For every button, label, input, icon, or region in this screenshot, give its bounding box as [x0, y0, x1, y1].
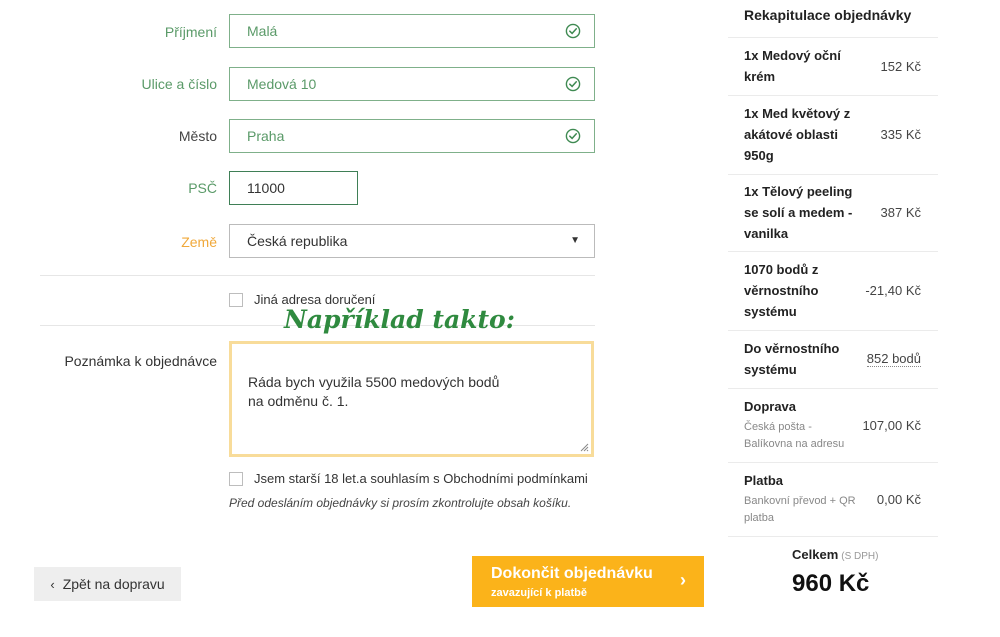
alt-address-checkbox[interactable] [229, 293, 243, 307]
summary-item-name: Do věrnostního systému [744, 341, 840, 377]
total-label: Celkem (S DPH) [792, 547, 878, 562]
divider [728, 37, 938, 38]
zip-value: 11000 [247, 180, 285, 196]
summary-shipping: Doprava Česká pošta - Balíkovna na adres… [744, 396, 856, 453]
surname-label: Příjmení [164, 24, 217, 40]
total-label-text: Celkem [792, 547, 839, 562]
submit-button-label: Dokončit objednávku [491, 565, 653, 582]
divider [728, 462, 938, 463]
summary-item-detail: Česká pošta - Balíkovna na adresu [744, 421, 845, 450]
divider [728, 95, 938, 96]
zip-label: PSČ [188, 180, 217, 196]
note-textarea[interactable]: Ráda bych využila 5500 medových bodů na … [229, 341, 594, 457]
country-select[interactable]: Česká republika ▼ [229, 224, 595, 258]
terms-label: Jsem starší 18 let.a souhlasím s Obchodn… [254, 471, 588, 486]
summary-item-price: -21,40 Kč [865, 283, 921, 298]
check-circle-icon [565, 23, 581, 39]
caret-down-icon: ▼ [570, 235, 580, 246]
divider [728, 536, 938, 537]
zip-input[interactable]: 11000 [229, 171, 358, 205]
summary-item-price: 387 Kč [880, 205, 921, 220]
divider [728, 174, 938, 175]
city-input[interactable]: Praha [229, 119, 595, 153]
summary-item-name: 1x Med květový z akátové oblasti 950g [744, 106, 851, 163]
summary-item-price: 0,00 Kč [876, 492, 921, 507]
summary-item-price: 335 Kč [880, 127, 921, 142]
city-value: Praha [247, 128, 285, 144]
check-circle-icon [565, 128, 581, 144]
summary-item-name: 1070 bodů z věrnostního systému [744, 262, 819, 319]
terms-checkbox[interactable] [229, 472, 243, 486]
country-label: Země [181, 234, 217, 250]
summary-item-price: 107,00 Kč [862, 418, 921, 433]
summary-item-name: 1x Tělový peeling se solí a medem - vani… [744, 184, 853, 241]
city-label: Město [178, 128, 217, 144]
divider [40, 275, 595, 276]
summary-item-name: Platba [744, 473, 784, 488]
annotation-text: Například takto: [284, 305, 515, 334]
summary-item-name: 1x Medový oční krém [744, 48, 841, 84]
divider [728, 330, 938, 331]
chevron-left-icon: ‹ [50, 576, 55, 592]
order-summary: Rekapitulace objednávky 1x Medový oční k… [728, 0, 938, 637]
back-button-label: Zpět na dopravu [62, 576, 165, 592]
total-value: 960 Kč [792, 570, 870, 597]
surname-value: Malá [247, 23, 278, 39]
summary-payment: Platba Bankovní převod + QR platba [744, 470, 856, 527]
surname-input[interactable]: Malá [229, 14, 595, 48]
back-to-shipping-button[interactable]: ‹ Zpět na dopravu [34, 567, 181, 601]
divider [728, 388, 938, 389]
note-value: Ráda bych využila 5500 medových bodů na … [248, 374, 500, 409]
summary-item-name: Doprava [744, 399, 797, 414]
note-label: Poznámka k objednávce [64, 353, 217, 369]
submit-button-sublabel: zavazující k platbě [491, 587, 587, 599]
summary-title: Rekapitulace objednávky [744, 7, 912, 23]
country-value: Česká republika [247, 233, 348, 249]
chevron-right-icon: › [680, 570, 686, 590]
total-dph: (S DPH) [841, 551, 879, 562]
resize-handle-icon[interactable] [579, 442, 589, 452]
street-value: Medová 10 [247, 76, 317, 92]
check-circle-icon [565, 76, 581, 92]
summary-item-detail: Bankovní převod + QR platba [744, 495, 856, 524]
summary-item-price: 152 Kč [880, 59, 921, 74]
submit-order-button[interactable]: Dokončit objednávku zavazující k platbě … [472, 556, 704, 607]
divider [728, 251, 938, 252]
street-label: Ulice a číslo [141, 76, 217, 92]
street-input[interactable]: Medová 10 [229, 67, 595, 101]
cart-check-note: Před odesláním objednávky si prosím zkon… [229, 496, 572, 510]
loyalty-points-link[interactable]: 852 bodů [866, 352, 921, 367]
